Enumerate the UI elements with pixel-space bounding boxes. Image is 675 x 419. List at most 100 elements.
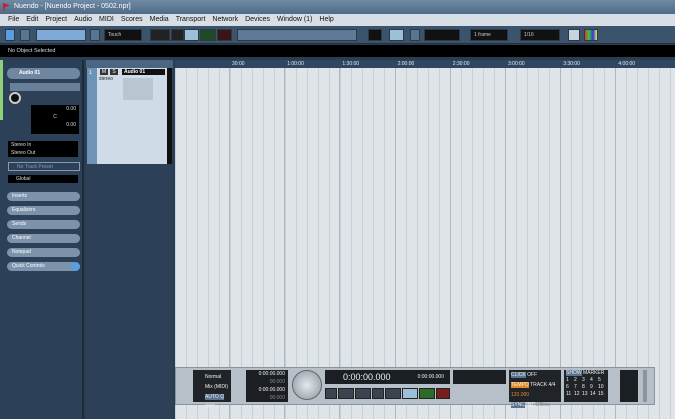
delay-value[interactable]: 0.00: [34, 121, 76, 129]
quantize-select[interactable]: 1/16: [520, 29, 560, 41]
track-list-toolbar[interactable]: [86, 60, 173, 68]
menu-edit[interactable]: Edit: [26, 14, 38, 26]
constrain-delay-button[interactable]: [20, 29, 30, 41]
menu-devices[interactable]: Devices: [245, 14, 270, 26]
marker-button-10[interactable]: 10: [598, 384, 606, 391]
go-to-start-button[interactable]: [325, 388, 337, 399]
marker-button-13[interactable]: 13: [582, 391, 590, 398]
autoq-label[interactable]: AUTO Q: [205, 394, 225, 400]
window-layout-buttons[interactable]: [36, 29, 86, 41]
arrange-area[interactable]: [175, 60, 675, 419]
sync-button[interactable]: SYNC: [511, 402, 525, 408]
track-header[interactable]: stereo M S Audio 01: [97, 68, 167, 164]
automation-mode-select[interactable]: Touch: [104, 29, 142, 41]
cycle-record-mode[interactable]: Mix (MIDI): [205, 382, 231, 392]
marker-button-11[interactable]: 11: [566, 391, 574, 398]
menu-help[interactable]: Help: [319, 14, 333, 26]
output-meter: [620, 370, 638, 402]
section-notepad[interactable]: Notepad: [7, 248, 80, 257]
tool-buttons[interactable]: [237, 29, 357, 41]
menu-media[interactable]: Media: [150, 14, 169, 26]
marker-button-1[interactable]: 1: [566, 377, 574, 384]
left-offset[interactable]: 00:000: [246, 378, 285, 386]
section-channel[interactable]: Channel: [7, 234, 80, 243]
play-button[interactable]: [200, 29, 216, 41]
snap-select[interactable]: [368, 29, 382, 41]
track-control-buttons[interactable]: [10, 83, 80, 91]
marker-button-12[interactable]: 12: [574, 391, 582, 398]
menu-window[interactable]: Window (1): [277, 14, 312, 26]
menu-network[interactable]: Network: [212, 14, 238, 26]
ruler-label: 1:00:00: [287, 61, 304, 67]
show-markers-button[interactable]: SHOW: [566, 370, 582, 376]
menu-midi[interactable]: MIDI: [99, 14, 114, 26]
fast-forward-button[interactable]: [355, 388, 371, 399]
play-button[interactable]: [419, 388, 435, 399]
click-button[interactable]: CLICK: [511, 372, 526, 378]
solo-button[interactable]: S: [110, 69, 118, 75]
primary-time-display[interactable]: 0:00:00.000: [343, 372, 391, 382]
master-level-slider[interactable]: [643, 370, 647, 402]
right-offset[interactable]: 00:000: [246, 394, 285, 402]
go-to-end-button[interactable]: [372, 388, 384, 399]
section-equalizers[interactable]: Equalizers: [7, 206, 80, 215]
marker-button-8[interactable]: 8: [582, 384, 590, 391]
jog-shuttle-wheel[interactable]: [292, 370, 322, 400]
menu-project[interactable]: Project: [45, 14, 67, 26]
automation-icon[interactable]: [90, 29, 100, 41]
autoscroll-button[interactable]: [568, 29, 580, 41]
marker-button-6[interactable]: 6: [566, 384, 574, 391]
global-lane[interactable]: Global: [8, 175, 78, 183]
grid-select[interactable]: [424, 29, 460, 41]
quick-controls-icon[interactable]: [71, 262, 80, 271]
time-signature[interactable]: 4/4: [548, 382, 555, 388]
volume-value[interactable]: 0.00: [34, 105, 76, 113]
left-locator[interactable]: 0:00:00.000: [246, 370, 285, 378]
section-quick-controls[interactable]: Quick Controls: [7, 262, 80, 271]
marker-button-3[interactable]: 3: [582, 377, 590, 384]
marker-button-5[interactable]: 5: [598, 377, 606, 384]
stop-button[interactable]: [184, 29, 199, 41]
mute-button[interactable]: M: [100, 69, 108, 75]
tempo-value[interactable]: 120.000: [511, 392, 529, 398]
record-button[interactable]: [217, 29, 232, 41]
track-name-field[interactable]: Audio 01: [122, 69, 165, 75]
section-inserts[interactable]: Inserts: [7, 192, 80, 201]
track-preset-select[interactable]: No Track Preset: [8, 162, 80, 171]
section-sends[interactable]: Sends: [7, 220, 80, 229]
monitor-button[interactable]: [9, 92, 21, 104]
marker-button-15[interactable]: 15: [598, 391, 606, 398]
prev-next-marker-buttons[interactable]: [150, 29, 170, 41]
inspector: Audio 01 0.00 C 0.00 Stereo In Stereo Ou…: [0, 60, 84, 419]
right-locator[interactable]: 0:00:00.000: [246, 386, 285, 394]
marker-button-4[interactable]: 4: [590, 377, 598, 384]
marker-button-14[interactable]: 14: [590, 391, 598, 398]
rewind-button[interactable]: [338, 388, 354, 399]
marker-button-9[interactable]: 9: [590, 384, 598, 391]
cycle-button[interactable]: [171, 29, 184, 41]
record-button[interactable]: [436, 388, 450, 399]
snap-zero-button[interactable]: [410, 29, 420, 41]
cycle-button[interactable]: [385, 388, 401, 399]
tempo-track-label: TRACK: [530, 382, 548, 388]
activate-project-button[interactable]: [5, 29, 15, 41]
snap-mode-button[interactable]: [389, 29, 404, 41]
output-routing[interactable]: Stereo Out: [8, 149, 78, 157]
menu-audio[interactable]: Audio: [74, 14, 92, 26]
marker-button-2[interactable]: 2: [574, 377, 582, 384]
menu-transport[interactable]: Transport: [176, 14, 206, 26]
secondary-time-display[interactable]: 0:00:00.000: [418, 370, 444, 384]
menu-scores[interactable]: Scores: [121, 14, 143, 26]
marker-button-7[interactable]: 7: [574, 384, 582, 391]
pan-value[interactable]: C: [34, 113, 76, 121]
menu-file[interactable]: File: [8, 14, 19, 26]
color-palette-icon[interactable]: [584, 29, 598, 41]
tempo-button[interactable]: TEMPO: [511, 382, 529, 388]
grid-type-select[interactable]: 1 frame: [470, 29, 508, 41]
record-mode[interactable]: Normal: [205, 372, 231, 382]
stop-button[interactable]: [402, 388, 418, 399]
input-routing[interactable]: Stereo In: [8, 141, 78, 149]
timeline-ruler[interactable]: [175, 60, 675, 68]
track-buttons[interactable]: [123, 78, 153, 100]
inspector-track-name[interactable]: Audio 01: [7, 68, 80, 79]
